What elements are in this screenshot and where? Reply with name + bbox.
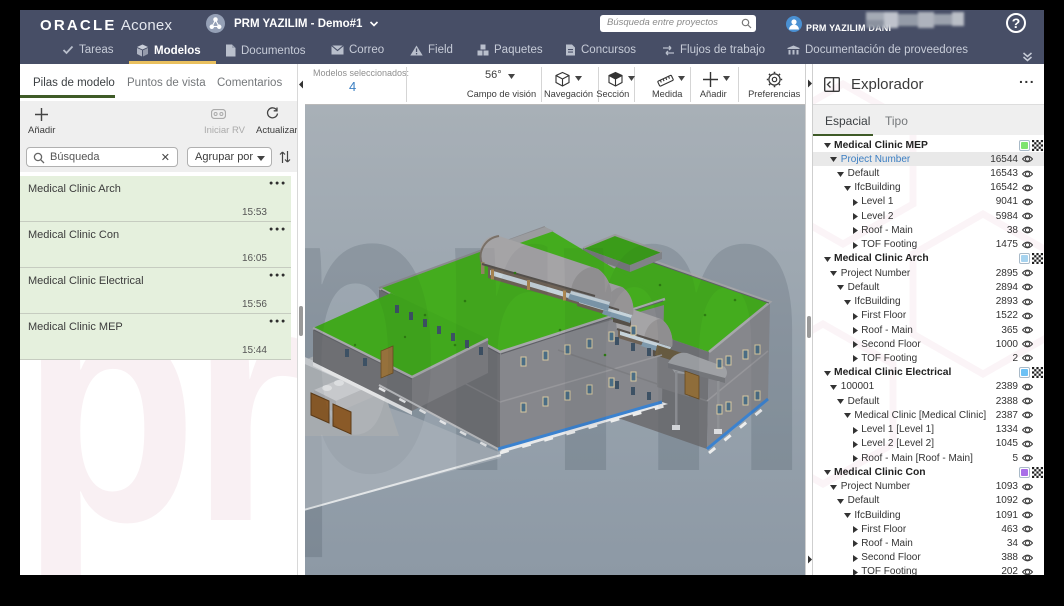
svg-text:prm: prm bbox=[305, 105, 803, 562]
